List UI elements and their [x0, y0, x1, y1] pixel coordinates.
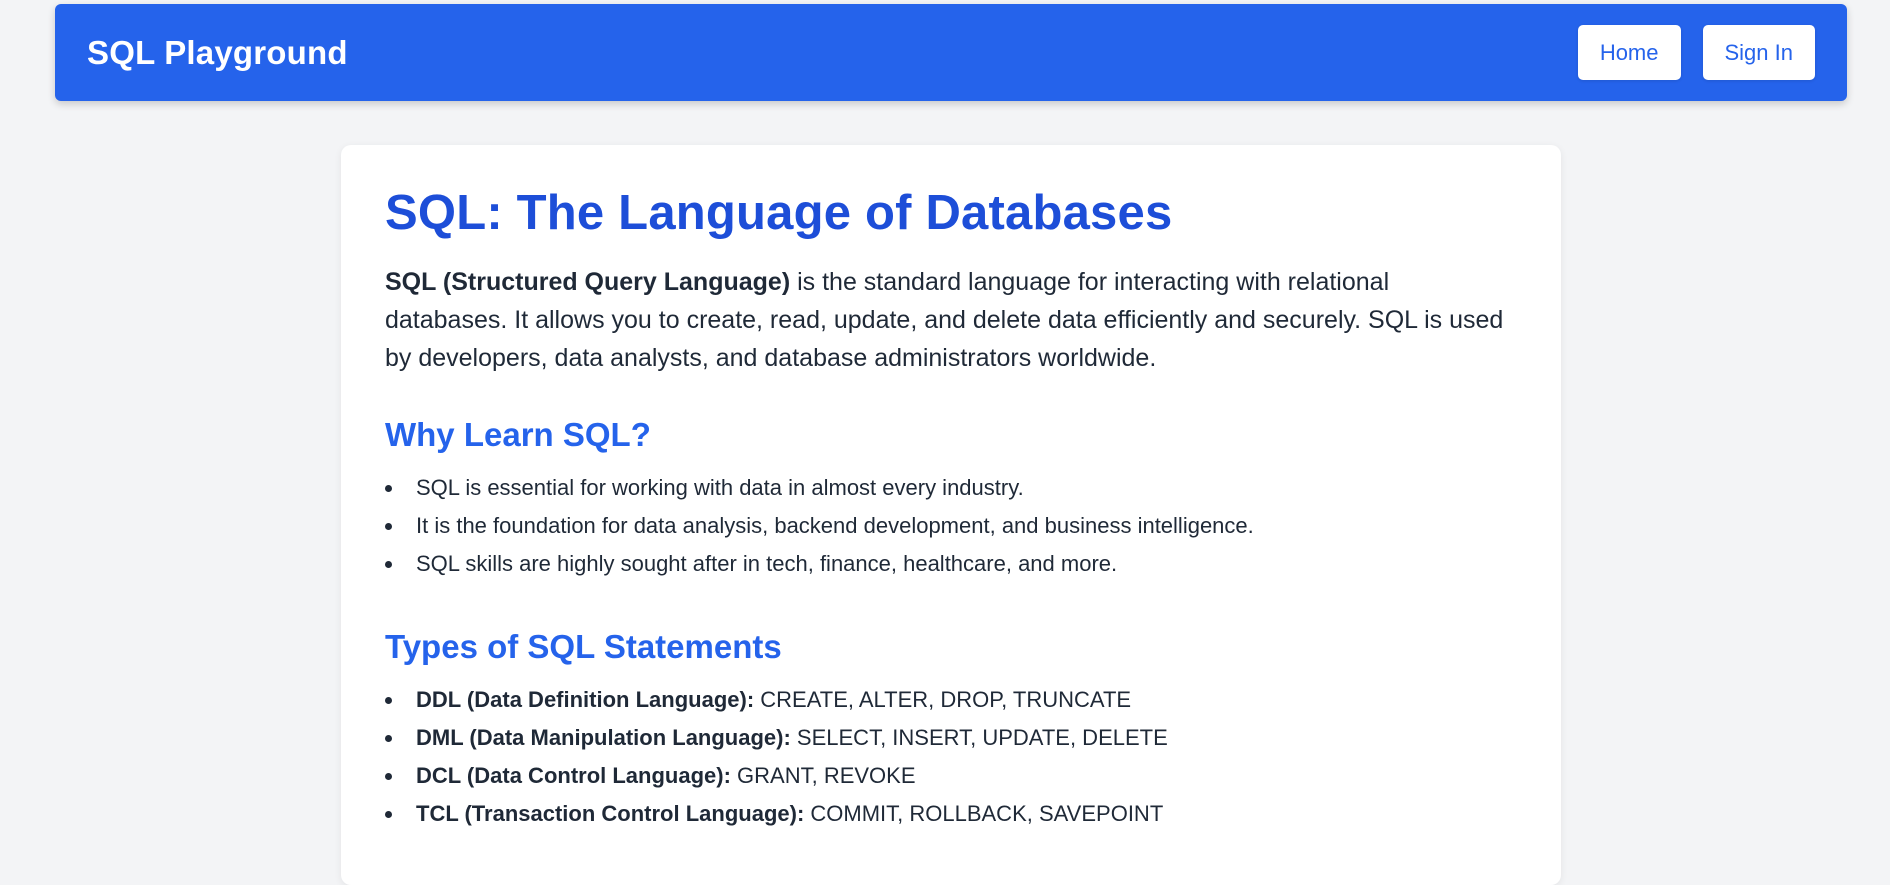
page-title: SQL: The Language of Databases	[385, 186, 1173, 240]
intro-paragraph: SQL (Structured Query Language) is the s…	[385, 263, 1517, 377]
statement-type-label: DML (Data Manipulation Language):	[416, 725, 791, 750]
sign-in-button[interactable]: Sign In	[1702, 25, 1815, 80]
list-item: SQL is essential for working with data i…	[385, 469, 1517, 507]
content-card: SQL: The Language of Databases SQL (Stru…	[341, 145, 1561, 885]
why-learn-sql-list: SQL is essential for working with data i…	[385, 469, 1517, 583]
statement-type-label: DDL (Data Definition Language):	[416, 687, 755, 712]
list-item: It is the foundation for data analysis, …	[385, 507, 1517, 545]
top-navigation-bar: SQL Playground Home Sign In	[55, 4, 1847, 101]
statement-type-label: TCL (Transaction Control Language):	[416, 801, 805, 826]
statement-type-commands: GRANT, REVOKE	[730, 763, 916, 788]
list-item: DDL (Data Definition Language): CREATE, …	[385, 681, 1517, 719]
header-nav: Home Sign In	[1577, 25, 1815, 80]
list-item: DML (Data Manipulation Language): SELECT…	[385, 719, 1517, 757]
intro-strong-term: SQL (Structured Query Language)	[385, 268, 791, 296]
home-button[interactable]: Home	[1577, 25, 1681, 80]
brand-logo-text[interactable]: SQL Playground	[87, 4, 348, 101]
list-item: DCL (Data Control Language): GRANT, REVO…	[385, 757, 1517, 795]
statement-type-label: DCL (Data Control Language):	[416, 763, 731, 788]
list-item: SQL skills are highly sought after in te…	[385, 545, 1517, 583]
list-item: TCL (Transaction Control Language): COMM…	[385, 795, 1517, 833]
why-learn-sql-heading: Why Learn SQL?	[385, 416, 651, 453]
sql-statement-types-list: DDL (Data Definition Language): CREATE, …	[385, 681, 1517, 833]
statement-type-commands: COMMIT, ROLLBACK, SAVEPOINT	[804, 801, 1164, 826]
statement-type-commands: CREATE, ALTER, DROP, TRUNCATE	[754, 687, 1132, 712]
statement-type-commands: SELECT, INSERT, UPDATE, DELETE	[790, 725, 1168, 750]
sql-statement-types-heading: Types of SQL Statements	[385, 628, 782, 665]
